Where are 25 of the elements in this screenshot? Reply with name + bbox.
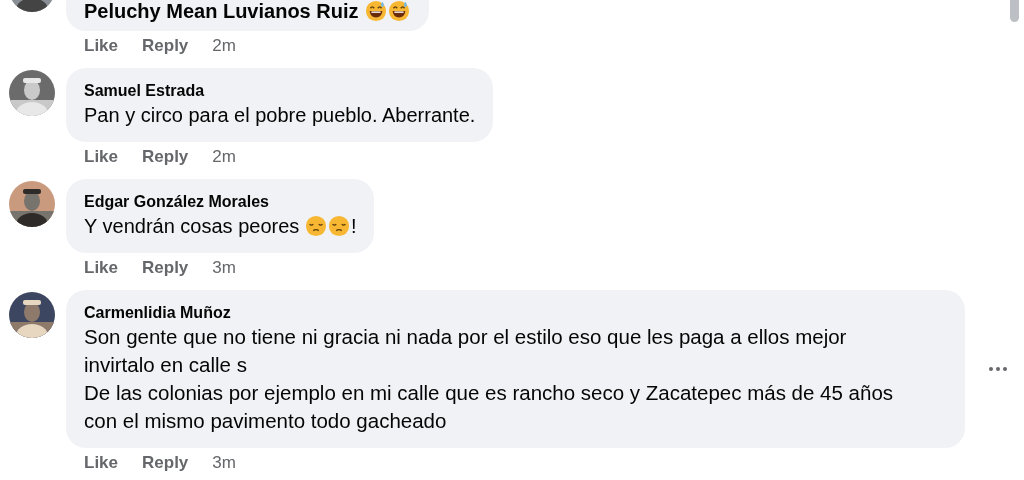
like-button[interactable]: Like — [84, 453, 119, 473]
like-button[interactable]: Like — [84, 258, 119, 278]
comment-text: Son gente que no tiene ni gracia ni nada por el estilo eso que les paga a ellos mejor invirtalo en calle s — [84, 324, 848, 378]
author-name[interactable]: Carmenlidia Muñoz — [84, 303, 914, 323]
reply-button[interactable]: Reply — [142, 147, 189, 167]
timestamp[interactable]: 3m — [212, 258, 236, 278]
reply-button[interactable]: Reply — [142, 258, 189, 278]
scrollbar-thumb[interactable] — [1010, 0, 1019, 22]
reply-button[interactable]: Reply — [142, 453, 189, 473]
emoji-icon — [304, 215, 327, 237]
comment-text: Y vendrán cosas peores ! — [84, 214, 357, 239]
emoji-icon — [364, 0, 387, 22]
timestamp[interactable]: 2m — [212, 36, 236, 56]
author-name[interactable]: Samuel Estrada — [84, 81, 476, 101]
comment-text: De las colonias por ejemplo en mi calle que es rancho seco y Zacatepec más de 45 años con el mismo pavimento todo gacheado — [84, 380, 895, 434]
emoji-icon — [387, 0, 410, 22]
emoji-icon — [327, 215, 350, 237]
comment-text: Peluchy Mean Luvianos Ruiz — [84, 0, 411, 25]
reply-button[interactable]: Reply — [142, 36, 189, 56]
author-name[interactable]: Edgar González Morales — [84, 192, 357, 212]
like-button[interactable]: Like — [84, 147, 119, 167]
timestamp[interactable]: 2m — [212, 147, 236, 167]
comment-text: Pan y circo para el pobre pueblo. Aberrante. — [84, 103, 476, 128]
like-button[interactable]: Like — [84, 36, 119, 56]
timestamp[interactable]: 3m — [212, 453, 236, 473]
